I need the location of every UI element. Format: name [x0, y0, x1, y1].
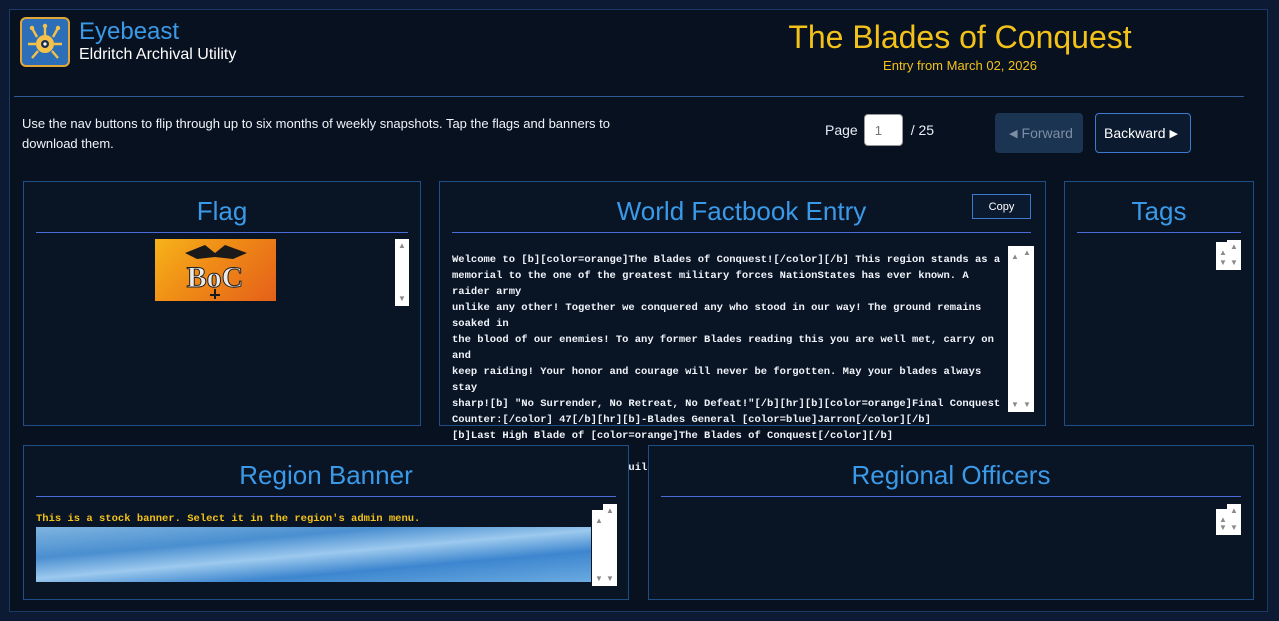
- scroll-up-icon[interactable]: ▲: [1227, 506, 1241, 516]
- eyebeast-logo-icon: [20, 17, 70, 67]
- factbook-panel: World Factbook Entry Copy Welcome to [b]…: [439, 181, 1046, 474]
- page-title: The Blades of Conquest: [788, 19, 1132, 55]
- entry-date: Entry from March 02, 2026: [883, 58, 1037, 73]
- factbook-scrollbar-right[interactable]: ▲ ▼: [1020, 246, 1034, 412]
- tags-scrollbar-right[interactable]: ▲ ▼: [1227, 240, 1241, 270]
- brand-subtitle: Eldritch Archival Utility: [79, 46, 237, 63]
- factbook-panel-title: World Factbook Entry: [452, 194, 1031, 233]
- flag-image[interactable]: BoC: [155, 239, 276, 301]
- flag-scrollbar[interactable]: ▲ ▼: [395, 239, 409, 306]
- banner-scrollbar-right[interactable]: ▲ ▼: [603, 504, 617, 586]
- arrow-left-icon: ◀: [1009, 127, 1018, 140]
- banner-panel-title: Region Banner: [36, 458, 616, 497]
- header-title-block: The Blades of Conquest Entry from March …: [700, 18, 1220, 73]
- scroll-down-icon[interactable]: ▼: [603, 574, 617, 584]
- scroll-up-icon[interactable]: ▲: [603, 506, 617, 516]
- banner-note: This is a stock banner. Select it in the…: [36, 513, 421, 525]
- officers-panel-title: Regional Officers: [661, 458, 1241, 497]
- intro-text: Use the nav buttons to flip through up t…: [22, 116, 611, 151]
- backward-label: Backward: [1104, 125, 1166, 141]
- page-label: Page: [825, 122, 858, 138]
- officers-panel: Regional Officers ▲ ▼ ▲ ▼: [648, 445, 1254, 600]
- brand-name: Eyebeast: [79, 18, 180, 45]
- arrow-right-icon: ▶: [1169, 127, 1178, 140]
- banner-panel: Region Banner This is a stock banner. Se…: [23, 445, 629, 600]
- forward-button[interactable]: ◀ Forward: [995, 113, 1083, 153]
- pager: Page / 25: [825, 114, 934, 146]
- flag-panel: Flag BoC ▲ ▼: [23, 181, 421, 426]
- forward-label: Forward: [1021, 125, 1073, 141]
- scroll-up-icon[interactable]: ▲: [395, 241, 409, 251]
- scroll-down-icon[interactable]: ▼: [395, 294, 409, 304]
- copy-button[interactable]: Copy: [972, 194, 1031, 219]
- scroll-down-icon[interactable]: ▼: [1227, 258, 1241, 268]
- brand: Eyebeast Eldritch Archival Utility: [20, 17, 236, 67]
- scroll-down-icon[interactable]: ▼: [1020, 400, 1034, 410]
- page-input[interactable]: [863, 114, 903, 146]
- scroll-down-icon[interactable]: ▼: [1227, 523, 1241, 533]
- tags-panel: Tags ▲ ▼ ▲ ▼: [1064, 181, 1254, 426]
- banner-image[interactable]: [36, 527, 591, 582]
- header-divider: [14, 96, 1244, 97]
- page-total: / 25: [910, 122, 935, 138]
- backward-button[interactable]: Backward ▶: [1095, 113, 1191, 153]
- factbook-text: Welcome to [b][color=orange]The Blades o…: [452, 254, 1001, 474]
- flag-panel-title: Flag: [36, 194, 408, 233]
- scroll-up-icon[interactable]: ▲: [1227, 242, 1241, 252]
- officers-scrollbar-right[interactable]: ▲ ▼: [1227, 504, 1241, 535]
- scroll-up-icon[interactable]: ▲: [1020, 248, 1034, 258]
- tags-panel-title: Tags: [1077, 194, 1241, 233]
